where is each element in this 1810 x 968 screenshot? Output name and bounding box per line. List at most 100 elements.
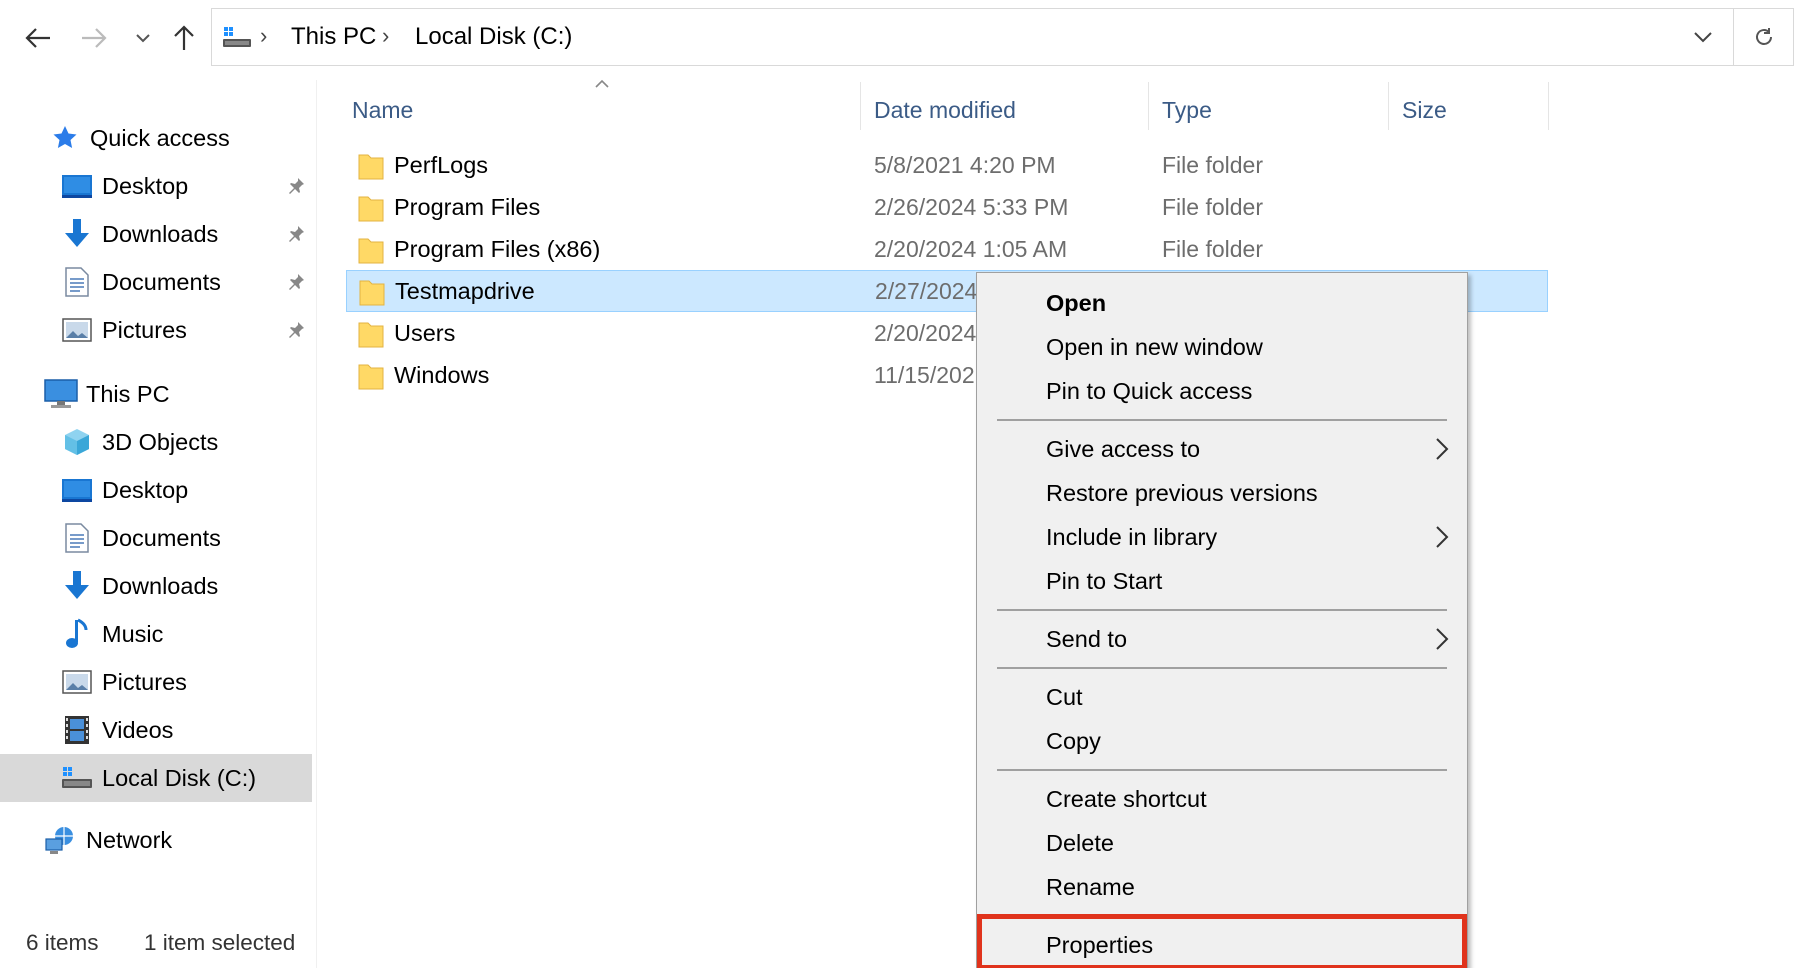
recent-locations-button[interactable] (128, 14, 158, 62)
breadcrumb-separator[interactable]: › (382, 23, 389, 49)
column-separator[interactable] (1548, 82, 1549, 130)
menu-label: Cut (1046, 683, 1083, 710)
nav-quick-desktop[interactable]: Desktop (60, 164, 188, 208)
menu-label: Open in new window (1046, 333, 1263, 360)
address-bar[interactable]: › This PC › Local Disk (C:) (211, 8, 1734, 66)
nav-label: This PC (86, 380, 170, 407)
file-date: 2/26/2024 5:33 PM (874, 193, 1069, 220)
file-date: 5/8/2021 4:20 PM (874, 151, 1056, 178)
nav-pc-documents[interactable]: Documents (60, 516, 221, 560)
file-type: File folder (1162, 235, 1263, 262)
column-header-type[interactable]: Type (1162, 88, 1212, 132)
pin-icon[interactable] (282, 268, 310, 296)
breadcrumb-this-pc[interactable]: This PC (291, 23, 376, 51)
menu-item-cut[interactable]: Cut (977, 675, 1467, 719)
chevron-right-icon (1435, 437, 1449, 467)
nav-quick-documents[interactable]: Documents (60, 260, 221, 304)
breadcrumb-local-disk[interactable]: Local Disk (C:) (415, 23, 572, 51)
network-icon (44, 823, 78, 857)
menu-item-send-to[interactable]: Send to (977, 617, 1467, 661)
menu-separator (997, 769, 1447, 771)
menu-item-open-new-window[interactable]: Open in new window (977, 325, 1467, 369)
nav-label: Local Disk (C:) (102, 764, 257, 791)
file-name: Program Files (x86) (394, 235, 601, 262)
menu-item-include-library[interactable]: Include in library (977, 515, 1467, 559)
pictures-icon (60, 313, 94, 347)
file-date: 2/20/2024 1:05 AM (874, 235, 1068, 262)
menu-item-pin-quick-access[interactable]: Pin to Quick access (977, 369, 1467, 413)
document-icon (60, 265, 94, 299)
nav-label: Music (102, 620, 164, 647)
nav-pc-downloads[interactable]: Downloads (60, 564, 218, 608)
menu-label: Restore previous versions (1046, 479, 1318, 506)
menu-item-properties[interactable]: Properties (977, 923, 1467, 967)
pin-icon[interactable] (282, 316, 310, 344)
folder-icon (358, 152, 384, 185)
back-button[interactable] (16, 14, 60, 62)
pictures-icon (60, 665, 94, 699)
breadcrumb-separator[interactable]: › (260, 23, 267, 49)
nav-quick-pictures[interactable]: Pictures (60, 308, 187, 352)
column-separator[interactable] (1388, 82, 1389, 130)
menu-separator (997, 419, 1447, 421)
column-header-size[interactable]: Size (1402, 88, 1447, 132)
forward-button[interactable] (72, 14, 116, 62)
file-row[interactable]: Program Files (x86) 2/20/2024 1:05 AM Fi… (346, 229, 1548, 269)
chevron-right-icon (1435, 627, 1449, 657)
nav-network[interactable]: Network (44, 818, 172, 862)
nav-quick-downloads[interactable]: Downloads (60, 212, 218, 256)
pin-icon[interactable] (282, 220, 310, 248)
nav-pc-videos[interactable]: Videos (60, 708, 173, 752)
menu-item-pin-start[interactable]: Pin to Start (977, 559, 1467, 603)
music-icon (60, 617, 94, 651)
nav-pc-local-disk[interactable]: Local Disk (C:) (0, 754, 312, 802)
file-date: 11/15/202 (874, 361, 975, 388)
arrow-up-icon (174, 25, 194, 50)
document-icon (60, 521, 94, 555)
nav-label: Documents (102, 524, 221, 551)
pane-divider[interactable] (316, 80, 317, 968)
menu-label: Copy (1046, 727, 1101, 754)
menu-separator (997, 609, 1447, 611)
menu-item-restore-versions[interactable]: Restore previous versions (977, 471, 1467, 515)
file-date: 2/20/2024 (874, 319, 977, 346)
pin-icon[interactable] (282, 172, 310, 200)
refresh-button[interactable] (1734, 8, 1794, 66)
menu-item-copy[interactable]: Copy (977, 719, 1467, 763)
download-icon (60, 569, 94, 603)
column-header-date[interactable]: Date modified (874, 88, 1016, 132)
column-header-name[interactable]: Name (352, 88, 413, 132)
nav-pc-desktop[interactable]: Desktop (60, 468, 188, 512)
nav-label: 3D Objects (102, 428, 219, 455)
menu-item-rename[interactable]: Rename (977, 865, 1467, 909)
nav-pc-pictures[interactable]: Pictures (60, 660, 187, 704)
menu-item-give-access[interactable]: Give access to (977, 427, 1467, 471)
sort-ascending-icon (594, 76, 610, 94)
star-icon (48, 121, 82, 155)
menu-item-delete[interactable]: Delete (977, 821, 1467, 865)
menu-item-create-shortcut[interactable]: Create shortcut (977, 777, 1467, 821)
videos-icon (60, 713, 94, 747)
column-separator[interactable] (1148, 82, 1149, 130)
nav-label: Quick access (90, 124, 230, 151)
file-row[interactable]: Program Files 2/26/2024 5:33 PM File fol… (346, 187, 1548, 227)
menu-label: Rename (1046, 873, 1135, 900)
nav-label: Downloads (102, 572, 219, 599)
navigation-pane: Quick access Desktop Downloads Documents… (0, 80, 316, 910)
file-name: Testmapdrive (395, 277, 535, 304)
nav-pc-music[interactable]: Music (60, 612, 163, 656)
nav-label: Pictures (102, 668, 187, 695)
nav-this-pc[interactable]: This PC (44, 372, 170, 416)
nav-quick-access[interactable]: Quick access (48, 116, 230, 160)
address-dropdown-button[interactable] (1673, 9, 1733, 65)
file-date: 2/27/2024 (875, 277, 978, 304)
nav-pc-3d-objects[interactable]: 3D Objects (60, 420, 218, 464)
chevron-down-icon (136, 34, 150, 43)
menu-label: Delete (1046, 829, 1114, 856)
status-selection: 1 item selected (144, 930, 296, 955)
menu-item-open[interactable]: Open (977, 281, 1467, 325)
file-row[interactable]: PerfLogs 5/8/2021 4:20 PM File folder (346, 145, 1548, 185)
desktop-icon (60, 473, 94, 507)
up-button[interactable] (162, 14, 206, 62)
column-separator[interactable] (860, 82, 861, 130)
